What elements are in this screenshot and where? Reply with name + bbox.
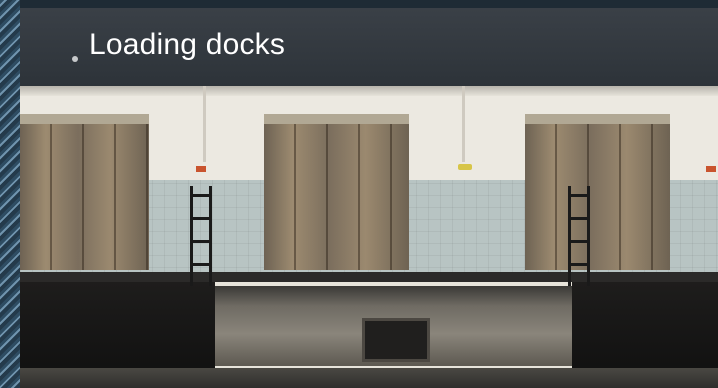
photo-pipe — [462, 86, 465, 162]
adjacent-tile-edge[interactable] — [0, 0, 20, 388]
tile-frame: Loading docks — [0, 0, 718, 388]
loading-docks-card[interactable]: Loading docks — [20, 8, 718, 388]
photo-railing — [568, 186, 590, 286]
photo-dock-edge — [20, 272, 718, 282]
photo-lamp — [458, 164, 472, 170]
photo-door — [525, 114, 670, 270]
card-title: Loading docks — [89, 28, 286, 61]
loading-dock-photo — [20, 86, 718, 388]
photo-sign — [196, 166, 206, 172]
card-header: Loading docks — [20, 8, 718, 86]
photo-door — [264, 114, 409, 270]
photo-vent — [362, 318, 430, 362]
photo-door — [20, 114, 149, 270]
photo-pipe — [203, 86, 206, 162]
photo-railing — [190, 186, 212, 286]
photo-floor — [20, 368, 718, 388]
bullet-icon — [72, 56, 78, 62]
photo-ceiling — [20, 86, 718, 96]
photo-sign — [706, 166, 716, 172]
